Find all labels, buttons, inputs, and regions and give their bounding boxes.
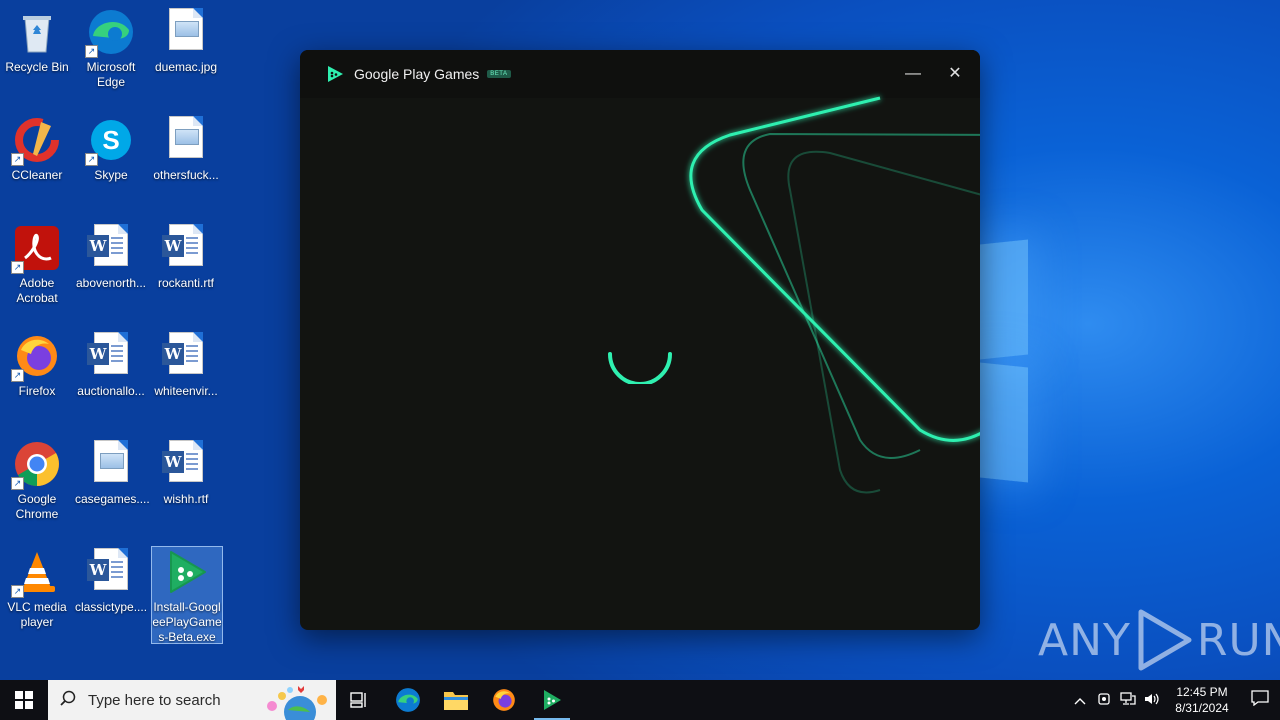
ccleaner-icon: ↗ — [11, 116, 61, 166]
volume-icon[interactable] — [1140, 692, 1164, 709]
image-file-icon — [87, 440, 135, 488]
search-icon — [48, 690, 88, 711]
show-hidden-icons-chevron-icon[interactable] — [1068, 693, 1092, 708]
image-file-icon — [162, 116, 210, 164]
network-icon[interactable] — [1116, 691, 1140, 709]
anyrun-watermark: ANY RUN — [1038, 608, 1280, 672]
taskbar-search-box[interactable]: Type here to search — [48, 680, 336, 720]
taskbar-google-play-games-button[interactable] — [528, 680, 576, 720]
svg-text:S: S — [102, 125, 119, 155]
watermark-left-text: ANY — [1038, 614, 1131, 666]
firefox-icon: ↗ — [11, 332, 61, 382]
taskbar-firefox-button[interactable] — [480, 680, 528, 720]
desktop-icon-adobe-acrobat[interactable]: ↗ Adobe Acrobat — [1, 218, 73, 306]
system-tray: 12:45 PM 8/31/2024 — [1068, 680, 1280, 720]
decorative-triangle-outline — [689, 96, 980, 494]
edge-icon: ↗ — [85, 8, 135, 58]
word-doc-icon: W — [162, 440, 210, 488]
desktop-icon-duemac[interactable]: duemac.jpg — [150, 2, 222, 75]
taskbar-clock[interactable]: 12:45 PM 8/31/2024 — [1164, 684, 1240, 716]
desktop-icon-whiteenvir[interactable]: W whiteenvir... — [150, 326, 222, 399]
google-play-games-icon — [544, 690, 561, 710]
desktop-icon-casegames[interactable]: casegames.... — [75, 434, 150, 507]
clock-date: 8/31/2024 — [1175, 701, 1229, 715]
word-doc-icon: W — [87, 332, 135, 380]
desktop-icon-auctionallo[interactable]: W auctionallo... — [75, 326, 147, 399]
search-placeholder: Type here to search — [88, 691, 221, 709]
watermark-right-text: RUN — [1196, 614, 1280, 666]
clock-time: 12:45 PM — [1176, 685, 1228, 699]
start-button[interactable] — [0, 680, 48, 720]
word-doc-icon: W — [162, 224, 210, 272]
desktop-icon-skype[interactable]: S ↗ Skype — [75, 110, 147, 183]
windows-start-icon — [15, 691, 33, 709]
word-doc-icon: W — [162, 332, 210, 380]
taskbar-file-explorer-button[interactable] — [432, 680, 480, 720]
recycle-bin-icon — [13, 8, 61, 56]
taskbar: Type here to search 12:45 PM 8/31/2024 — [0, 680, 1280, 720]
desktop-icon-google-chrome[interactable]: ↗ Google Chrome — [1, 434, 73, 522]
loading-spinner-icon — [608, 352, 672, 384]
task-view-icon — [350, 692, 366, 708]
desktop-icon-firefox[interactable]: ↗ Firefox — [1, 326, 73, 399]
desktop-icon-ccleaner[interactable]: ↗ CCleaner — [1, 110, 73, 183]
chrome-icon: ↗ — [11, 440, 61, 490]
image-file-icon — [162, 8, 210, 56]
desktop-icon-vlc[interactable]: ↗ VLC media player — [1, 542, 73, 630]
desktop-icon-install-google-play-games[interactable]: Install-GoogleePlayGames-Beta.exe — [151, 546, 223, 644]
desktop-icon-microsoft-edge[interactable]: ↗ Microsoft Edge — [75, 2, 147, 90]
desktop-icon-classictype[interactable]: W classictype.... — [75, 542, 147, 615]
desktop-icon-wishh[interactable]: W wishh.rtf — [150, 434, 222, 507]
edge-icon — [396, 688, 420, 712]
skype-icon: S ↗ — [85, 116, 135, 166]
minimize-button[interactable]: — — [901, 62, 925, 86]
google-play-games-window[interactable]: Google Play Games BETA — ✕ — [300, 50, 980, 630]
watermark-play-icon — [1138, 609, 1192, 671]
search-highlight-art-icon — [267, 686, 327, 720]
close-button[interactable]: ✕ — [943, 62, 967, 86]
word-doc-icon: W — [87, 224, 135, 272]
notification-icon — [1251, 689, 1269, 706]
desktop-icon-othersfuck[interactable]: othersfuck... — [150, 110, 222, 183]
desktop-icon-abovenorth[interactable]: W abovenorth... — [75, 218, 147, 291]
action-center-button[interactable] — [1240, 689, 1280, 711]
desktop-icon-recycle-bin[interactable]: Recycle Bin — [1, 2, 73, 75]
acrobat-icon: ↗ — [11, 224, 61, 274]
desktop-icon-rockanti[interactable]: W rockanti.rtf — [150, 218, 222, 291]
taskbar-edge-button[interactable] — [384, 680, 432, 720]
firefox-icon — [493, 689, 515, 711]
vlc-icon: ↗ — [11, 548, 61, 598]
task-view-button[interactable] — [336, 680, 384, 720]
folder-icon — [444, 692, 468, 710]
google-play-games-icon — [163, 548, 211, 596]
word-doc-icon: W — [87, 548, 135, 596]
device-icon[interactable] — [1092, 692, 1116, 709]
